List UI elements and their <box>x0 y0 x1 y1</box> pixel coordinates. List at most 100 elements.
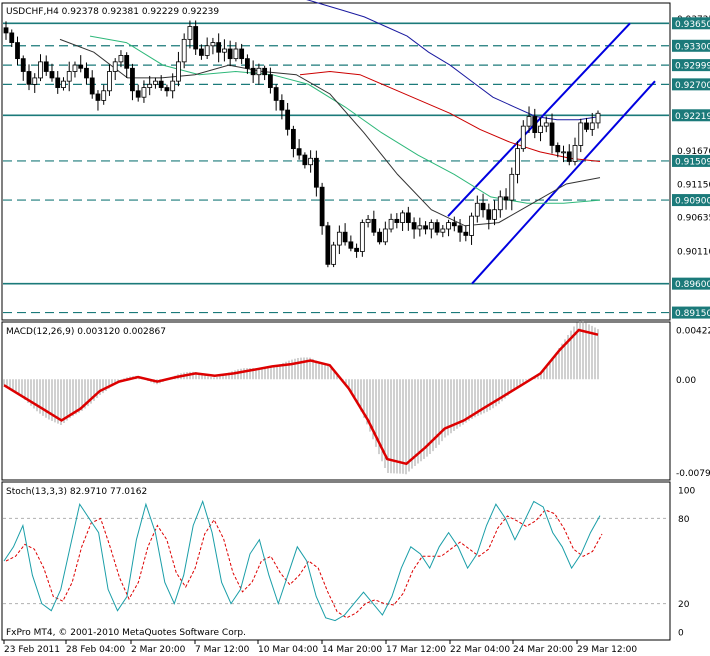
candle-body <box>497 196 503 211</box>
copyright-text: FxPro MT4, © 2001-2010 MetaQuotes Softwa… <box>6 628 246 638</box>
price-label: 0.91150 <box>677 181 710 191</box>
candle-body <box>515 148 520 175</box>
price-label: 0.90110 <box>677 247 710 257</box>
candle-body <box>354 247 360 252</box>
candle-body <box>336 231 342 246</box>
candle-body <box>38 61 43 79</box>
candle-body <box>371 218 377 233</box>
candle-body <box>572 145 578 162</box>
candle-body <box>561 151 566 154</box>
candle-body <box>474 202 480 217</box>
candle-body <box>193 26 199 50</box>
candle-body <box>589 122 595 130</box>
candle-body <box>3 27 9 34</box>
candle-body <box>566 151 572 162</box>
price-label: 0.90900 <box>675 197 710 207</box>
candle-body <box>457 225 463 233</box>
candle-body <box>446 222 451 230</box>
candle-body <box>256 67 262 76</box>
price-label: 0.92219 <box>675 112 710 122</box>
candle-body <box>107 71 112 92</box>
candle-body <box>273 87 279 101</box>
candle-body <box>451 222 457 227</box>
candle-body <box>239 48 245 60</box>
candle-body <box>388 218 394 230</box>
candle-body <box>549 122 555 146</box>
candle-body <box>112 61 118 72</box>
candle-body <box>526 116 532 127</box>
candle-body <box>348 241 354 249</box>
candle-body <box>227 48 233 60</box>
candle-body <box>130 67 135 92</box>
price-label: 0.89150 <box>675 309 710 319</box>
candle-body <box>187 26 193 40</box>
time-label: 24 Mar 20:00 <box>513 645 573 655</box>
candle-body <box>216 42 222 53</box>
candle-body <box>181 38 187 63</box>
stoch-scale-label: 20 <box>678 600 690 610</box>
price-label: 0.92999 <box>675 62 710 72</box>
candle-body <box>153 80 158 85</box>
candle-body <box>61 80 66 88</box>
time-label: 17 Mar 12:00 <box>386 645 446 655</box>
candle-body <box>147 83 153 88</box>
main-header: USDCHF,H4 0.92378 0.92381 0.92229 0.9223… <box>6 7 219 17</box>
candle-body <box>503 196 509 201</box>
macd-scale-label: 0.00422 <box>676 326 710 336</box>
candle-body <box>538 125 543 133</box>
candle-body <box>141 87 147 98</box>
stoch-scale-label: 100 <box>678 487 695 497</box>
candle-body <box>210 42 216 47</box>
candle-body <box>84 67 89 79</box>
time-label: 23 Feb 2011 <box>4 645 60 655</box>
candle-body <box>250 67 256 76</box>
candle-body <box>43 61 49 72</box>
candle-body <box>279 100 285 111</box>
candle-body <box>66 71 72 82</box>
price-label: 0.93650 <box>675 20 710 30</box>
candle-body <box>400 212 405 223</box>
candle-body <box>405 212 411 223</box>
candle-body <box>543 122 549 127</box>
candle-body <box>492 209 497 220</box>
candle-body <box>20 58 26 72</box>
candle-body <box>124 55 130 69</box>
stoch-scale-label: 80 <box>678 515 690 525</box>
candle-body <box>72 64 78 72</box>
candle-body <box>520 125 526 150</box>
time-label: 22 Mar 04:00 <box>450 645 510 655</box>
candle-body <box>509 173 515 201</box>
candle-body <box>9 32 15 43</box>
candle-body <box>26 71 32 85</box>
time-label: 10 Mar 04:00 <box>258 645 318 655</box>
candle-body <box>342 231 348 243</box>
candle-body <box>308 157 314 166</box>
candle-body <box>285 109 291 130</box>
candle-body <box>365 218 371 223</box>
price-label: 0.90635 <box>677 214 710 224</box>
candle-body <box>262 67 268 76</box>
candle-body <box>428 222 434 230</box>
candle-body <box>204 45 210 56</box>
candle-body <box>267 74 273 88</box>
candle-body <box>233 48 239 60</box>
candle-body <box>55 77 61 88</box>
candle-body <box>176 61 181 82</box>
price-label: 0.93300 <box>675 42 710 52</box>
candle-body <box>118 55 124 63</box>
price-label: 0.92700 <box>675 81 710 91</box>
macd-header: MACD(12,26,9) 0.003120 0.002867 <box>6 327 166 337</box>
candle-body <box>434 222 440 233</box>
candle-body <box>244 58 250 69</box>
candle-body <box>164 87 170 92</box>
candle-body <box>158 80 164 88</box>
candle-body <box>377 231 382 243</box>
candle-body <box>15 42 20 60</box>
candle-body <box>382 228 388 243</box>
time-label: 29 Mar 12:00 <box>577 645 637 655</box>
price-label: 0.91509 <box>675 157 710 167</box>
candle-body <box>486 209 492 220</box>
candle-body <box>95 93 101 101</box>
candle-body <box>578 122 584 146</box>
candle-body <box>423 225 428 230</box>
